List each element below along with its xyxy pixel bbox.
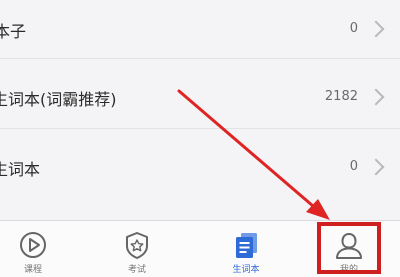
annotation-highlight-box — [317, 222, 381, 274]
